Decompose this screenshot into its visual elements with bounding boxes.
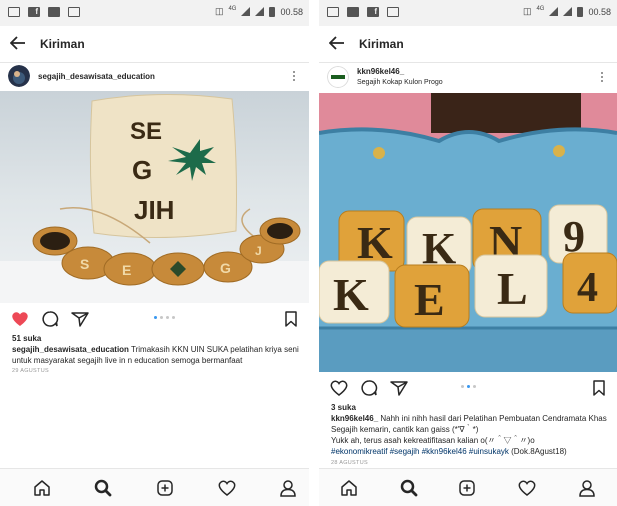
post-caption: segajih_desawisata_education Trimakasih … [12, 344, 299, 366]
back-arrow-icon[interactable] [319, 34, 355, 55]
gallery-notification-icon [8, 7, 20, 17]
pillow-letter: K [357, 217, 393, 268]
download-notification-icon [68, 7, 80, 17]
post-actions [319, 372, 617, 402]
facebook-notification-icon: f [367, 7, 379, 17]
status-bar: f ◫ 4G 00.58 [0, 0, 309, 26]
activity-heart-icon[interactable] [217, 478, 237, 498]
share-icon[interactable] [389, 378, 409, 398]
top-bar: Kiriman [319, 26, 617, 62]
facebook-notification-icon: f [28, 7, 40, 17]
coaster-letter: E [122, 262, 131, 278]
vibrate-icon: ◫ [522, 6, 532, 16]
heart-icon[interactable] [10, 309, 30, 329]
activity-heart-icon[interactable] [517, 478, 537, 498]
search-icon[interactable] [93, 478, 113, 498]
post-username[interactable]: kkn96kel46_ [357, 66, 443, 77]
more-options-icon[interactable] [601, 72, 603, 82]
image-notification-icon [347, 7, 359, 17]
pillow: L [474, 254, 548, 318]
avatar[interactable] [8, 65, 30, 87]
avatar[interactable] [327, 66, 349, 88]
bottom-nav [0, 468, 309, 506]
post-panel-right: f ◫ 4G 00.58 Kiriman kkn96kel46_ Segajih… [319, 0, 617, 506]
signal-icon [549, 7, 559, 16]
bookmark-icon[interactable] [281, 309, 301, 329]
carousel-indicator [461, 385, 476, 388]
pillow-letter: 4 [577, 265, 598, 311]
status-bar: f ◫ 4G 00.58 [319, 0, 617, 26]
caption-username[interactable]: segajih_desawisata_education [12, 345, 129, 354]
bookmark-icon[interactable] [589, 378, 609, 398]
search-icon[interactable] [399, 478, 419, 498]
post-photo[interactable]: SE G JIH S E G J [0, 91, 309, 303]
profile-icon[interactable] [577, 478, 597, 498]
pillow: E [394, 264, 470, 328]
caption-text: Yukk ah, terus asah kekreatifitasan kali… [331, 436, 535, 445]
pillow: 4 [562, 252, 617, 314]
network-type: 4G [228, 5, 237, 12]
page-title: Kiriman [40, 37, 85, 51]
coaster-letter: S [80, 256, 89, 272]
comment-icon[interactable] [359, 378, 379, 398]
signal-icon [241, 7, 251, 16]
pillow-letter: K [333, 269, 369, 320]
like-count[interactable]: 3 suka [331, 403, 356, 412]
post-actions [0, 303, 309, 333]
post-panel-left: f ◫ 4G 00.58 Kiriman segajih_desawisata_… [0, 0, 309, 506]
post-caption: kkn96kel46_ Nahh ini nihh hasil dari Pel… [331, 413, 607, 457]
post-header: kkn96kel46_ Segajih Kokap Kulon Progo [319, 63, 617, 91]
battery-icon [269, 6, 276, 17]
post-date: 29 AGUSTUS [12, 368, 49, 374]
coaster-letter: G [220, 260, 231, 276]
home-icon[interactable] [32, 478, 52, 498]
more-options-icon[interactable] [293, 71, 295, 81]
hashtags[interactable]: #ekonomikreatif #segajih #kkn96kel46 #ui… [331, 447, 509, 456]
post-header: segajih_desawisata_education [0, 63, 309, 89]
caption-username[interactable]: kkn96kel46_ [331, 414, 378, 423]
coaster-letter: J [255, 244, 262, 258]
pillow-letter: SE [130, 118, 162, 145]
pillow: K [319, 260, 390, 324]
post-username[interactable]: segajih_desawisata_education [38, 71, 155, 82]
post-location[interactable]: Segajih Kokap Kulon Progo [357, 77, 443, 88]
heart-icon[interactable] [329, 378, 349, 398]
pillow-photo-illustration: SE G JIH S E G J [0, 93, 309, 303]
new-post-icon[interactable] [457, 478, 477, 498]
post-photo[interactable]: K K N 9 K E L 4 [319, 93, 617, 372]
gallery-notification-icon [327, 7, 339, 17]
download-notification-icon [387, 7, 399, 17]
carousel-indicator [154, 316, 175, 319]
profile-icon[interactable] [278, 478, 298, 498]
back-arrow-icon[interactable] [0, 34, 36, 55]
pillow-letter: JIH [134, 195, 174, 225]
new-post-icon[interactable] [155, 478, 175, 498]
page-title: Kiriman [359, 37, 404, 51]
pillow-letter: L [497, 263, 528, 314]
bottom-nav [319, 468, 617, 506]
signal-icon [563, 7, 573, 16]
network-type: 4G [536, 5, 545, 12]
caption-text: (Dok.8Agust18) [508, 447, 567, 456]
post-date: 28 AGUSTUS [331, 460, 368, 466]
like-count[interactable]: 51 suka [12, 334, 41, 343]
pillow-letter: E [414, 274, 445, 325]
pillow-letter: G [132, 155, 152, 185]
image-notification-icon [48, 7, 60, 17]
top-bar: Kiriman [0, 26, 309, 62]
comment-icon[interactable] [40, 309, 60, 329]
clock: 00.58 [588, 6, 611, 17]
battery-icon [577, 6, 584, 17]
share-icon[interactable] [70, 309, 90, 329]
vibrate-icon: ◫ [214, 6, 224, 16]
sofa-photo-illustration: K K N 9 K E L 4 [319, 93, 617, 372]
signal-icon [255, 7, 265, 16]
clock: 00.58 [280, 6, 303, 17]
home-icon[interactable] [339, 478, 359, 498]
